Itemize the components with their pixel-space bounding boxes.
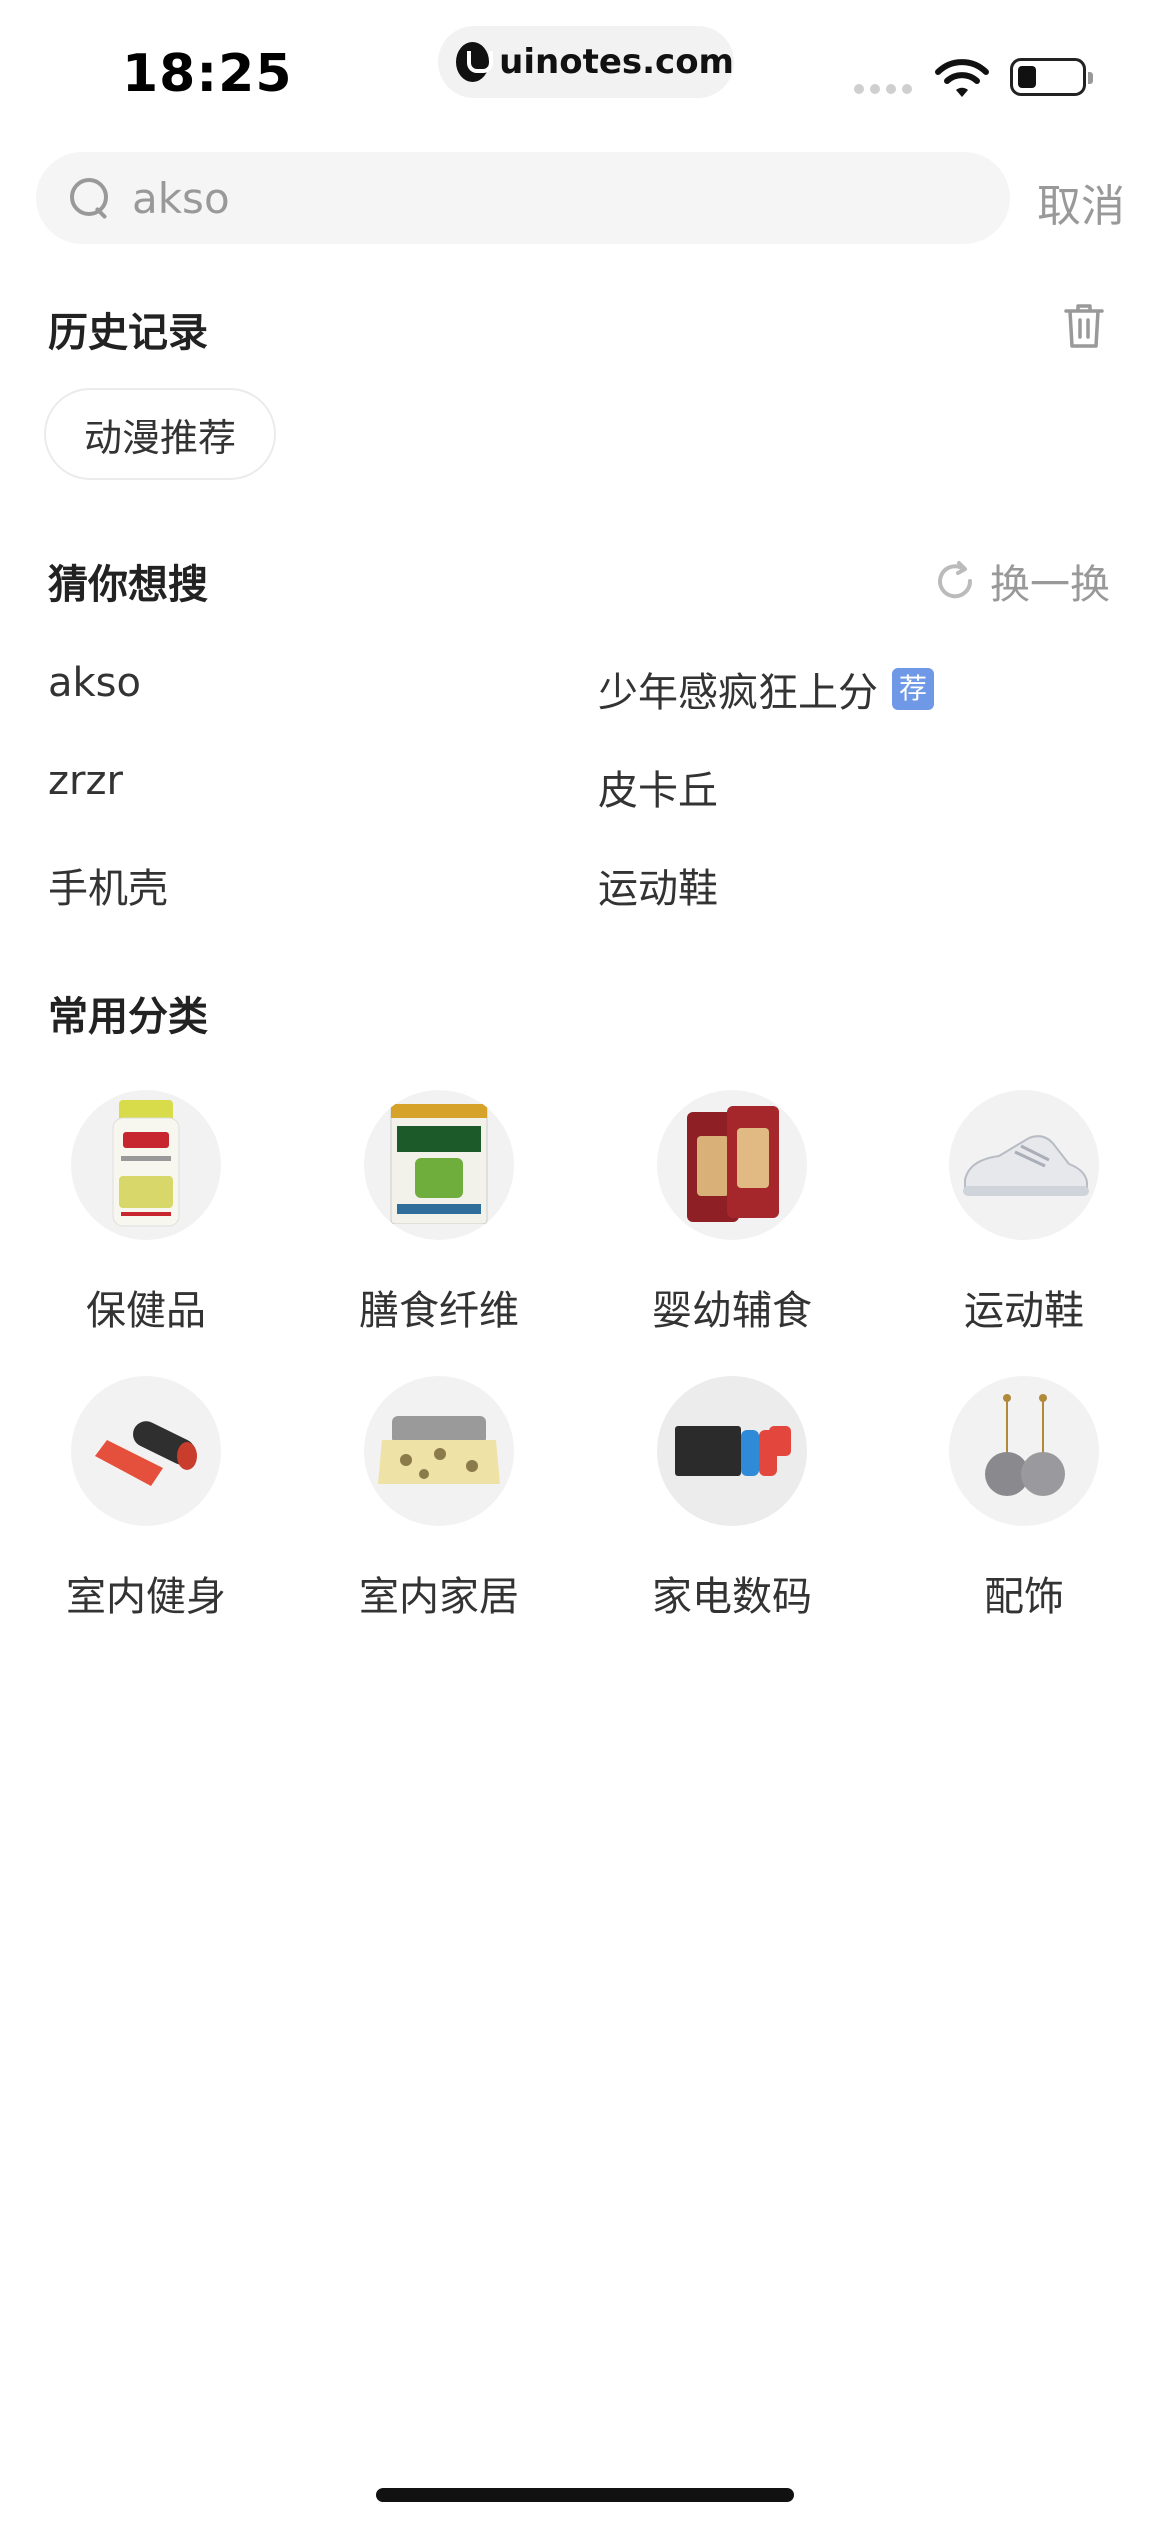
trash-icon[interactable] [1064,302,1104,350]
category-item[interactable]: 家电数码 [632,1376,832,1622]
category-item[interactable]: 室内健身 [46,1376,246,1622]
clock: 18:25 [122,44,293,104]
search-row: 取消 [36,152,1146,244]
earrings-icon [949,1376,1099,1526]
guess-item-label: akso [48,660,141,706]
guess-item[interactable]: 运动鞋 [598,856,718,914]
category-label: 运动鞋 [964,1288,1084,1334]
guess-item[interactable]: 皮卡丘 [598,758,718,816]
category-item[interactable]: 膳食纤维 [339,1090,539,1336]
signal-icon [854,84,912,94]
category-item[interactable]: 室内家居 [339,1376,539,1622]
category-label: 室内健身 [66,1574,226,1620]
cancel-button[interactable]: 取消 [1037,170,1125,234]
category-label: 室内家居 [359,1574,519,1620]
category-item[interactable]: 保健品 [46,1090,246,1336]
guess-item-label: 运动鞋 [598,866,718,912]
search-box[interactable] [36,152,1010,244]
search-input[interactable] [132,173,952,223]
guess-item[interactable]: 少年感疯狂上分 荐 [598,660,934,718]
baby-food-bags-icon [657,1090,807,1240]
history-chip[interactable]: 动漫推荐 [44,388,277,480]
history-title: 历史记录 [48,310,208,356]
refresh-icon [938,561,973,599]
guess-item-label: 少年感疯狂上分 [598,670,878,716]
sneaker-icon [949,1090,1099,1240]
game-console-icon [657,1376,807,1526]
guess-item[interactable]: zrzr [48,758,123,804]
recommend-badge: 荐 [892,668,934,710]
category-label: 膳食纤维 [359,1288,519,1334]
category-item[interactable]: 运动鞋 [924,1090,1124,1336]
supplement-bottle-icon [71,1090,221,1240]
yoga-mat-icon [71,1376,221,1526]
guess-item[interactable]: akso [48,660,141,706]
guess-item-label: 皮卡丘 [598,768,718,814]
url-pill[interactable]: uinotes.com [438,26,734,98]
home-indicator[interactable] [376,2488,794,2502]
fiber-box-icon [364,1090,514,1240]
category-label: 婴幼辅食 [652,1288,812,1334]
guess-item[interactable]: 手机壳 [48,856,168,914]
bedding-icon [364,1376,514,1526]
status-bar: 18:25 uinotes.com [0,0,1170,140]
search-icon [68,176,112,220]
category-item[interactable]: 婴幼辅食 [632,1090,832,1336]
guess-title: 猜你想搜 [48,562,208,608]
guess-item-label: zrzr [48,758,123,804]
site-logo-icon [456,42,494,82]
category-label: 配饰 [984,1574,1064,1620]
guess-item-label: 手机壳 [48,866,168,912]
category-label: 保健品 [86,1288,206,1334]
url-text: uinotes.com [499,42,734,82]
battery-icon [1010,58,1093,96]
refresh-label: 换一换 [990,562,1110,608]
category-label: 家电数码 [652,1574,812,1620]
category-item[interactable]: 配饰 [924,1376,1124,1622]
wifi-icon [935,59,989,97]
refresh-button[interactable]: 换一换 [934,552,1110,610]
categories-title: 常用分类 [48,994,208,1040]
